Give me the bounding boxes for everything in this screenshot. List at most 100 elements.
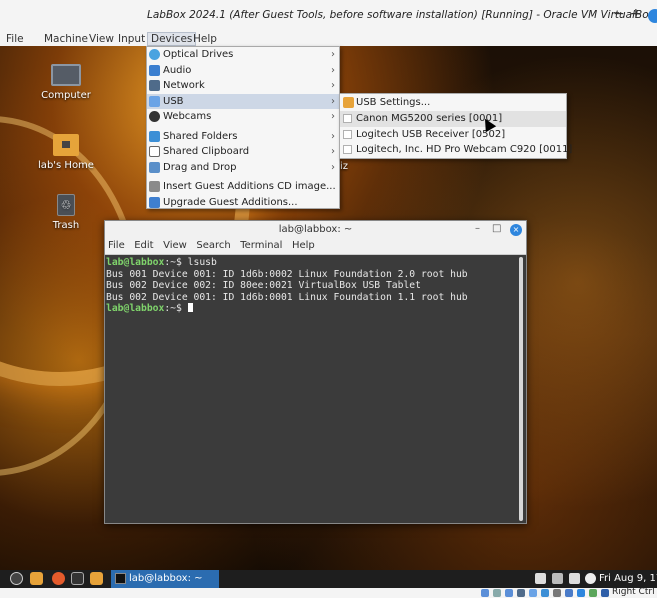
taskbar-task-terminal[interactable]: lab@labbox: ~ xyxy=(111,570,219,588)
chevron-right-icon: › xyxy=(331,95,335,107)
audio-icon[interactable] xyxy=(505,589,513,597)
close-button[interactable] xyxy=(648,9,657,23)
terminal-menu-file[interactable]: File xyxy=(105,238,128,251)
terminal-menu-terminal[interactable]: Terminal xyxy=(237,238,285,251)
chevron-right-icon: › xyxy=(331,130,335,142)
chevron-right-icon: › xyxy=(331,49,335,60)
menu-item-label: Logitech USB Receiver [0502] xyxy=(356,128,506,140)
terminal-close-button[interactable]: × xyxy=(510,224,522,236)
network-icon xyxy=(149,80,160,91)
menu-input[interactable]: Input xyxy=(115,33,148,45)
device-checkbox[interactable] xyxy=(343,114,352,123)
window-title: LabBox 2024.1 (After Guest Tools, before… xyxy=(147,9,655,21)
menu-item-label: Network xyxy=(163,80,205,91)
desktop-icon-label: Trash xyxy=(52,220,80,231)
menu-item-label: Webcams xyxy=(163,111,212,122)
menu-help[interactable]: Help xyxy=(190,33,220,45)
computer-icon xyxy=(51,64,81,86)
home-folder-icon xyxy=(53,134,79,156)
terminal-menu-view[interactable]: View xyxy=(160,238,190,251)
terminal-menu-search[interactable]: Search xyxy=(193,238,233,251)
terminal-maximize-button[interactable]: □ xyxy=(492,223,501,234)
chevron-right-icon: › xyxy=(331,80,335,91)
menu-item-shared-folders[interactable]: Shared Folders › xyxy=(147,129,339,145)
usb-device-logitech-receiver[interactable]: Logitech USB Receiver [0502] xyxy=(340,127,566,143)
terminal-scrollbar[interactable] xyxy=(519,257,523,521)
minimize-button[interactable]: − xyxy=(613,7,625,21)
device-checkbox[interactable] xyxy=(343,129,352,139)
display-icon[interactable] xyxy=(553,589,561,597)
menu-item-network[interactable]: Network › xyxy=(147,78,339,94)
taskbar-task-label: lab@labbox: ~ xyxy=(129,573,203,584)
usb-device-logitech-webcam[interactable]: Logitech, Inc. HD Pro Webcam C920 [0011] xyxy=(340,142,572,158)
menu-item-label: Shared Clipboard xyxy=(163,146,250,157)
terminal-titlebar[interactable]: lab@labbox: ~ – □ × xyxy=(105,221,526,238)
terminal-prompt-suffix: :~$ xyxy=(164,257,188,268)
menu-file[interactable]: File xyxy=(3,33,27,45)
terminal-command: lsusb xyxy=(187,257,217,268)
usb-icon[interactable] xyxy=(529,589,537,597)
cd-icon xyxy=(149,181,160,192)
menu-item-upgrade-guest-additions[interactable]: Upgrade Guest Additions... xyxy=(147,195,339,211)
menu-item-shared-clipboard[interactable]: Shared Clipboard › xyxy=(147,144,339,160)
terminal-menu-help[interactable]: Help xyxy=(289,238,318,251)
clock[interactable]: Fri Aug 9, 17:1 xyxy=(599,573,657,584)
usb-device-canon[interactable]: Canon MG5200 series [0001] xyxy=(340,111,566,127)
shared-folders-icon[interactable] xyxy=(541,589,549,597)
cpu-icon[interactable] xyxy=(577,589,585,597)
trash-icon: ♲ xyxy=(57,194,75,216)
chevron-right-icon: › xyxy=(331,161,335,173)
terminal-menu-edit[interactable]: Edit xyxy=(131,238,156,251)
volume-icon[interactable] xyxy=(585,573,596,584)
terminal-line: Bus 001 Device 001: ID 1d6b:0002 Linux F… xyxy=(106,268,468,280)
start-menu-icon[interactable] xyxy=(10,572,23,585)
chevron-right-icon: › xyxy=(331,146,335,157)
display-icon[interactable] xyxy=(569,573,580,584)
network-icon[interactable] xyxy=(517,589,525,597)
menu-machine[interactable]: Machine xyxy=(41,33,91,45)
menu-item-optical-drives[interactable]: Optical Drives › xyxy=(147,47,339,63)
menu-item-audio[interactable]: Audio › xyxy=(147,63,339,79)
folder-icon[interactable] xyxy=(90,572,103,585)
optical-drive-icon[interactable] xyxy=(493,589,501,597)
menu-item-label: USB xyxy=(163,95,184,107)
desktop-icon-trash[interactable]: ♲ Trash xyxy=(31,194,101,231)
keyboard-icon[interactable] xyxy=(601,589,609,597)
menu-item-usb-settings[interactable]: USB Settings... xyxy=(340,94,566,111)
audio-icon xyxy=(149,64,160,76)
menu-view[interactable]: View xyxy=(86,33,117,45)
menu-item-drag-and-drop[interactable]: Drag and Drop › xyxy=(147,160,339,176)
vbox-titlebar: LabBox 2024.1 (After Guest Tools, before… xyxy=(0,0,657,31)
device-checkbox[interactable] xyxy=(343,145,352,154)
terminal-launcher-icon[interactable] xyxy=(71,572,84,585)
menu-item-label: Upgrade Guest Additions... xyxy=(163,196,298,208)
menu-item-insert-guest-additions[interactable]: Insert Guest Additions CD image... xyxy=(147,179,339,195)
usb-submenu: USB Settings... Canon MG5200 series [000… xyxy=(339,93,572,159)
menu-item-usb[interactable]: USB › xyxy=(147,93,339,109)
desktop-icon-computer[interactable]: Computer xyxy=(31,64,101,101)
clipboard-tray-icon[interactable] xyxy=(535,573,546,584)
terminal-output[interactable]: lab@labbox:~$ lsusb Bus 001 Device 001: I… xyxy=(105,255,518,523)
vbox-menubar: File Machine View Input Devices Help xyxy=(0,31,657,46)
chevron-right-icon: › xyxy=(331,64,335,76)
menu-item-label: Shared Folders xyxy=(163,130,238,142)
menu-devices[interactable]: Devices xyxy=(147,32,197,46)
host-key-label: Right Ctrl xyxy=(612,587,655,597)
maximize-button[interactable]: + xyxy=(630,7,642,21)
desktop-icon-home[interactable]: lab's Home xyxy=(31,134,101,171)
shared-folders-icon xyxy=(149,130,160,142)
recording-icon[interactable] xyxy=(565,589,573,597)
terminal-window[interactable]: lab@labbox: ~ – □ × File Edit View Searc… xyxy=(104,220,527,524)
firefox-icon[interactable] xyxy=(52,572,65,585)
files-icon[interactable] xyxy=(30,572,43,585)
hard-disk-icon[interactable] xyxy=(481,589,489,597)
chevron-right-icon: › xyxy=(331,111,335,122)
drag-drop-icon xyxy=(149,161,160,173)
shield-icon[interactable] xyxy=(552,573,563,584)
optical-drive-icon xyxy=(149,49,160,60)
terminal-minimize-button[interactable]: – xyxy=(475,223,480,234)
clipboard-icon xyxy=(149,146,160,157)
menu-item-webcams[interactable]: Webcams › xyxy=(147,109,339,125)
terminal-line: Bus 002 Device 002: ID 80ee:0021 Virtual… xyxy=(106,280,421,291)
mouse-integration-icon[interactable] xyxy=(589,589,597,597)
